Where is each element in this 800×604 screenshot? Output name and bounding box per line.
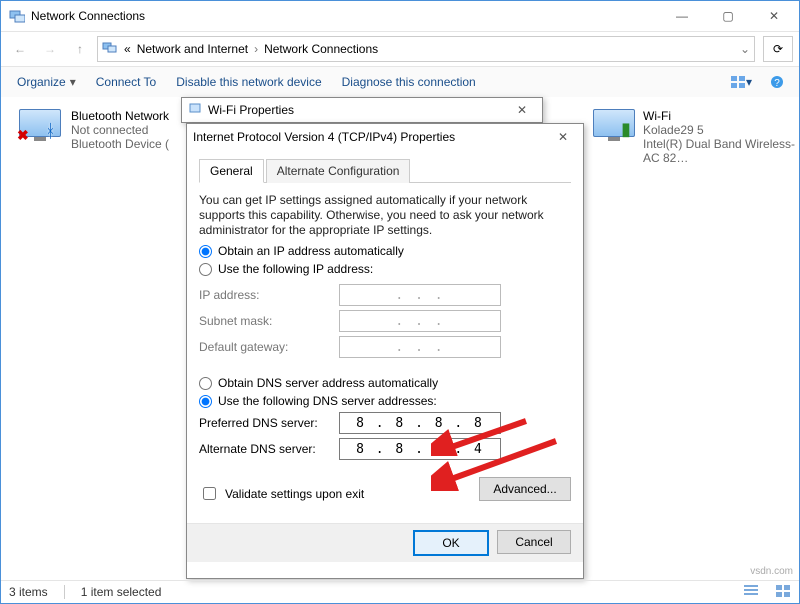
cancel-button[interactable]: Cancel — [497, 530, 571, 554]
up-button[interactable]: ↑ — [67, 36, 93, 62]
bluetooth-adapter-icon: ✖ ᚼ — [19, 109, 63, 145]
network-icon — [9, 8, 25, 24]
chevron-down-icon: ▾ — [70, 75, 76, 89]
dialog-title: Internet Protocol Version 4 (TCP/IPv4) P… — [193, 130, 455, 144]
connection-name: Bluetooth Network — [71, 109, 169, 123]
connection-ssid: Kolade29 5 — [643, 123, 799, 137]
breadcrumb-item[interactable]: Network Connections — [264, 42, 378, 56]
status-selection: 1 item selected — [81, 585, 162, 599]
back-button[interactable]: ← — [7, 36, 33, 62]
separator — [64, 585, 65, 599]
organize-menu[interactable]: Organize▾ — [9, 71, 84, 93]
tab-general[interactable]: General — [199, 159, 264, 183]
info-text: You can get IP settings assigned automat… — [199, 193, 571, 238]
watermark: vsdn.com — [750, 566, 793, 577]
field-default-gateway: Default gateway: . . . — [199, 336, 571, 358]
wifi-icon: ▮ — [621, 119, 631, 140]
command-bar: Organize▾ Connect To Disable this networ… — [1, 67, 799, 98]
radio-input[interactable] — [199, 377, 212, 390]
close-button[interactable]: ✕ — [508, 103, 536, 117]
disable-device-button[interactable]: Disable this network device — [168, 71, 329, 93]
connect-to-button[interactable]: Connect To — [88, 71, 165, 93]
refresh-button[interactable]: ⟳ — [763, 36, 793, 62]
address-bar[interactable]: « Network and Internet › Network Connect… — [97, 36, 755, 62]
maximize-button[interactable]: ▢ — [705, 1, 751, 31]
ok-button[interactable]: OK — [413, 530, 489, 556]
advanced-button[interactable]: Advanced... — [479, 477, 571, 501]
status-item-count: 3 items — [9, 585, 48, 599]
validate-checkbox[interactable]: Validate settings upon exit — [199, 484, 364, 503]
connection-device: Bluetooth Device ( — [71, 137, 169, 151]
connection-status: Not connected — [71, 123, 169, 137]
connection-name: Wi-Fi — [643, 109, 799, 123]
ip-address-input[interactable]: . . . — [339, 284, 501, 306]
explorer-window: Network Connections — ▢ ✕ ← → ↑ « Networ… — [0, 0, 800, 604]
chevron-down-icon[interactable]: ⌄ — [740, 42, 750, 56]
view-large-icon[interactable] — [775, 584, 791, 601]
checkbox-input[interactable] — [203, 487, 216, 500]
status-bar: 3 items 1 item selected — [1, 580, 799, 603]
minimize-button[interactable]: — — [659, 1, 705, 31]
titlebar: Network Connections — ▢ ✕ — [1, 1, 799, 31]
bluetooth-icon: ᚼ — [45, 121, 56, 142]
radio-input[interactable] — [199, 263, 212, 276]
view-details-icon[interactable] — [743, 584, 759, 601]
field-ip-address: IP address: . . . — [199, 284, 571, 306]
chevron-icon: › — [254, 42, 258, 56]
radio-dns-auto[interactable]: Obtain DNS server address automatically — [199, 376, 571, 390]
preferred-dns-input[interactable]: 8 . 8 . 8 . 8 — [339, 412, 501, 434]
view-icons-button[interactable]: ▾ — [727, 70, 755, 94]
wifi-properties-dialog: Wi-Fi Properties ✕ — [181, 97, 543, 123]
breadcrumb-prefix: « — [124, 42, 131, 56]
forward-button[interactable]: → — [37, 36, 63, 62]
subnet-mask-input[interactable]: . . . — [339, 310, 501, 332]
radio-ip-manual[interactable]: Use the following IP address: — [199, 262, 571, 276]
field-subnet-mask: Subnet mask: . . . — [199, 310, 571, 332]
svg-text:?: ? — [774, 78, 780, 89]
connection-wifi[interactable]: ▮ Wi-Fi Kolade29 5 Intel(R) Dual Band Wi… — [593, 109, 799, 165]
ipv4-properties-dialog: Internet Protocol Version 4 (TCP/IPv4) P… — [186, 123, 584, 579]
default-gateway-input[interactable]: . . . — [339, 336, 501, 358]
nav-bar: ← → ↑ « Network and Internet › Network C… — [1, 31, 799, 67]
radio-input[interactable] — [199, 245, 212, 258]
connection-device: Intel(R) Dual Band Wireless-AC 82… — [643, 137, 799, 165]
window-title: Network Connections — [31, 9, 659, 23]
dialog-buttons: OK Cancel — [187, 523, 583, 562]
help-button[interactable]: ? — [763, 70, 791, 94]
diagnose-button[interactable]: Diagnose this connection — [334, 71, 484, 93]
breadcrumb-item[interactable]: Network and Internet — [137, 42, 248, 56]
tab-strip: General Alternate Configuration — [199, 158, 571, 183]
connection-bluetooth[interactable]: ✖ ᚼ Bluetooth Network Not connected Blue… — [19, 109, 169, 151]
alternate-dns-input[interactable]: 8 . 8 . 4 . 4 — [339, 438, 501, 460]
radio-ip-auto[interactable]: Obtain an IP address automatically — [199, 244, 571, 258]
radio-input[interactable] — [199, 395, 212, 408]
field-preferred-dns: Preferred DNS server: 8 . 8 . 8 . 8 — [199, 412, 571, 434]
dialog-title: Wi-Fi Properties — [208, 103, 294, 117]
adapter-icon — [188, 102, 202, 119]
close-button[interactable]: ✕ — [549, 130, 577, 144]
radio-dns-manual[interactable]: Use the following DNS server addresses: — [199, 394, 571, 408]
tab-alternate-config[interactable]: Alternate Configuration — [266, 159, 411, 183]
field-alternate-dns: Alternate DNS server: 8 . 8 . 4 . 4 — [199, 438, 571, 460]
error-icon: ✖ — [17, 127, 29, 144]
network-icon — [102, 41, 118, 58]
close-button[interactable]: ✕ — [751, 1, 797, 31]
wifi-adapter-icon: ▮ — [593, 109, 635, 145]
